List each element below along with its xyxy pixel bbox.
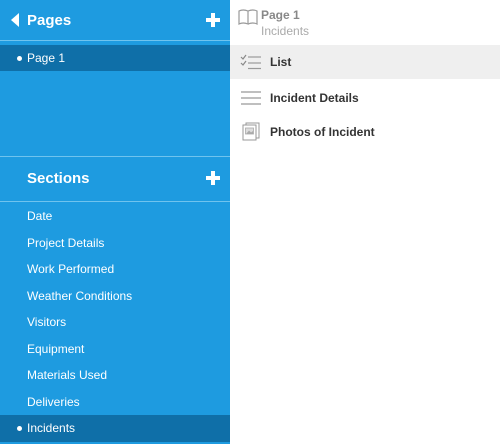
- content-panel: Page 1 Incidents List Incident Details P…: [230, 0, 500, 444]
- section-item-label: Date: [27, 209, 53, 224]
- divider: [0, 201, 230, 202]
- section-item-date[interactable]: Date: [0, 203, 230, 230]
- sections-header: Sections: [0, 158, 230, 198]
- section-item-label: Work Performed: [27, 262, 115, 277]
- section-item-label: Materials Used: [27, 368, 108, 383]
- photos-icon: [242, 122, 260, 141]
- section-item-label: Visitors: [27, 315, 67, 330]
- item-incident-details[interactable]: Incident Details: [230, 81, 500, 115]
- page-item-page-1[interactable]: Page 1: [0, 45, 230, 71]
- active-bullet-icon: [17, 55, 22, 61]
- breadcrumb-section: Incidents: [261, 24, 310, 38]
- section-item-project-details[interactable]: Project Details: [0, 230, 230, 257]
- back-arrow-icon[interactable]: [11, 13, 19, 27]
- section-item-deliveries[interactable]: Deliveries: [0, 389, 230, 416]
- breadcrumb: Page 1 Incidents: [230, 0, 500, 44]
- sidebar: Pages Page 1 Sections Date Project Detai…: [0, 0, 230, 444]
- section-item-label: Deliveries: [27, 394, 80, 409]
- pages-header: Pages: [0, 0, 230, 40]
- add-page-icon[interactable]: [206, 13, 220, 27]
- section-item-incidents[interactable]: Incidents: [0, 415, 230, 442]
- breadcrumb-page: Page 1: [261, 8, 300, 22]
- section-list: Date Project Details Work Performed Weat…: [0, 203, 230, 442]
- item-label: Incident Details: [270, 91, 359, 105]
- item-label: Photos of Incident: [270, 125, 375, 139]
- section-item-label: Equipment: [27, 341, 85, 356]
- section-item-weather-conditions[interactable]: Weather Conditions: [0, 283, 230, 310]
- section-item-work-performed[interactable]: Work Performed: [0, 256, 230, 283]
- section-item-label: Incidents: [27, 421, 76, 436]
- item-photos-of-incident[interactable]: Photos of Incident: [230, 115, 500, 149]
- add-section-icon[interactable]: [206, 171, 220, 185]
- divider: [0, 40, 230, 41]
- section-item-label: Weather Conditions: [27, 288, 133, 303]
- active-bullet-icon: [17, 425, 22, 431]
- section-item-label: Project Details: [27, 235, 105, 250]
- lines-icon: [241, 91, 261, 105]
- sections-title: Sections: [27, 169, 90, 187]
- section-item-equipment[interactable]: Equipment: [0, 336, 230, 363]
- section-item-materials-used[interactable]: Materials Used: [0, 362, 230, 389]
- divider: [0, 156, 230, 157]
- book-icon: [238, 9, 258, 25]
- pages-title: Pages: [27, 11, 72, 29]
- page-item-label: Page 1: [27, 51, 66, 65]
- item-label: List: [270, 55, 292, 69]
- checklist-icon: [240, 54, 261, 70]
- item-list[interactable]: List: [230, 45, 500, 79]
- section-item-visitors[interactable]: Visitors: [0, 309, 230, 336]
